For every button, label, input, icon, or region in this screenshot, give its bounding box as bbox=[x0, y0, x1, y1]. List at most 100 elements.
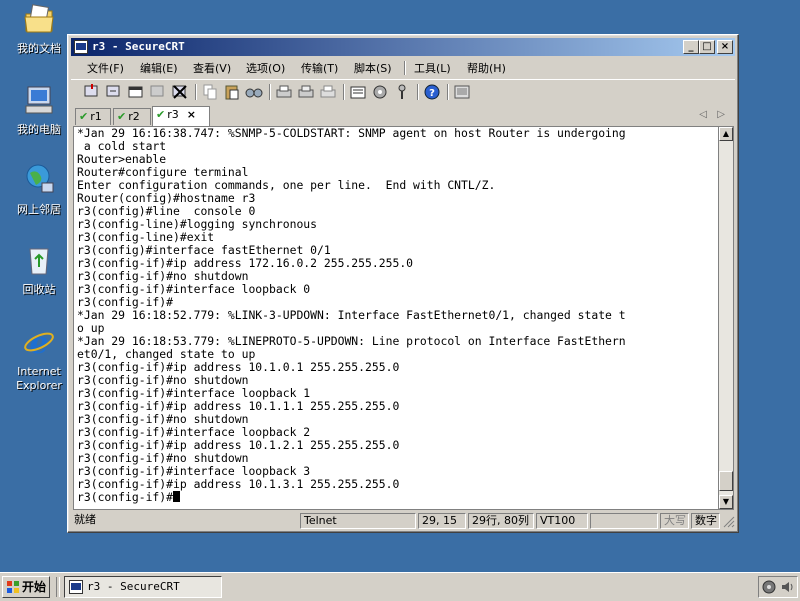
tab-label: r2 bbox=[128, 110, 140, 123]
menu-edit[interactable]: 编辑(E) bbox=[140, 60, 178, 76]
tab-r1[interactable]: ✔ r1 bbox=[75, 108, 111, 125]
status-protocol: Telnet bbox=[300, 513, 416, 529]
scroll-up-button[interactable]: ▲ bbox=[719, 127, 733, 141]
minimize-button[interactable]: _ bbox=[683, 40, 699, 54]
taskbar: 开始 r3 - SecureCRT bbox=[0, 572, 800, 601]
menu-script[interactable]: 脚本(S) bbox=[354, 60, 392, 76]
keymap-icon[interactable] bbox=[453, 83, 471, 101]
help-icon[interactable]: ? bbox=[423, 83, 441, 101]
quick-connect-icon[interactable] bbox=[105, 83, 123, 101]
terminal-cursor bbox=[173, 491, 181, 502]
paste-icon[interactable] bbox=[223, 83, 241, 101]
status-num-lock: 数字 bbox=[691, 513, 720, 529]
session-tab-bar: ✔ r1 ✔ r2 ✔ r3 × ◁ ▷ bbox=[71, 106, 735, 126]
tab-close-button[interactable]: × bbox=[187, 108, 196, 121]
volume-icon[interactable] bbox=[780, 580, 794, 594]
menu-tools[interactable]: 工具(L) bbox=[414, 60, 451, 76]
toolbar-separator bbox=[269, 84, 271, 100]
toolbar-separator bbox=[343, 84, 345, 100]
desktop-icon-label: Internet Explorer bbox=[16, 365, 62, 392]
tab-label: r1 bbox=[90, 110, 102, 123]
connect-tab-icon[interactable] bbox=[127, 83, 145, 101]
terminal-line: *Jan 29 16:18:52.779: %LINK-3-UPDOWN: In… bbox=[77, 308, 626, 322]
folder-documents-icon bbox=[24, 4, 54, 33]
terminal-prompt-line: r3(config-if)# bbox=[77, 491, 626, 504]
tab-scroll-left-button[interactable]: ◁ bbox=[699, 109, 707, 120]
status-empty bbox=[590, 513, 658, 529]
desktop-icon-recycle-bin[interactable]: 回收站 bbox=[4, 243, 74, 297]
print-setup-icon[interactable] bbox=[319, 83, 337, 101]
close-button[interactable]: × bbox=[717, 40, 733, 54]
connected-check-icon: ✔ bbox=[117, 110, 127, 123]
tab-r2[interactable]: ✔ r2 bbox=[113, 108, 151, 125]
status-cursor-position: 29, 15 bbox=[418, 513, 466, 529]
menu-separator bbox=[404, 61, 406, 75]
menu-view[interactable]: 查看(V) bbox=[193, 60, 231, 76]
desktop-icon-label: 我的文档 bbox=[17, 42, 61, 55]
taskbar-item-securecrt[interactable]: r3 - SecureCRT bbox=[64, 576, 222, 598]
toolbar-separator bbox=[447, 84, 449, 100]
toolbar: ? bbox=[71, 79, 735, 104]
tab-scroll-right-button[interactable]: ▷ bbox=[717, 109, 725, 120]
securecrt-app-icon bbox=[74, 40, 88, 54]
desktop-icon-label: 回收站 bbox=[22, 283, 56, 296]
desktop-icon-my-computer[interactable]: 我的电脑 bbox=[4, 83, 74, 137]
system-tray bbox=[758, 576, 798, 598]
vertical-scrollbar[interactable]: ▲ ▼ bbox=[718, 126, 734, 510]
global-options-icon[interactable] bbox=[371, 83, 389, 101]
status-bar: 就绪 Telnet 29, 15 29行, 80列 VT100 大写 数字 bbox=[71, 512, 735, 530]
svg-text:?: ? bbox=[429, 88, 435, 99]
tab-label: r3 bbox=[167, 108, 179, 121]
menu-bar: 文件(F) 编辑(E) 查看(V) 选项(O) 传输(T) 脚本(S) 工具(L… bbox=[71, 57, 735, 77]
svg-text:e: e bbox=[29, 326, 48, 359]
menu-help[interactable]: 帮助(H) bbox=[467, 60, 506, 76]
disconnect-icon[interactable] bbox=[171, 83, 189, 101]
menu-options[interactable]: 选项(O) bbox=[246, 60, 285, 76]
status-ready: 就绪 bbox=[74, 513, 96, 526]
terminal-view[interactable]: *Jan 29 16:16:38.747: %SNMP-5-COLDSTART:… bbox=[73, 126, 720, 510]
start-button[interactable]: 开始 bbox=[2, 576, 50, 598]
toolbar-separator bbox=[195, 84, 197, 100]
taskbar-separator bbox=[56, 577, 60, 597]
reconnect-icon[interactable] bbox=[149, 83, 167, 101]
scroll-thumb[interactable] bbox=[719, 471, 733, 491]
network-icon bbox=[26, 164, 54, 193]
menu-transfer[interactable]: 传输(T) bbox=[301, 60, 338, 76]
desktop-icon-label: 我的电脑 bbox=[17, 123, 61, 136]
desktop-icon-internet-explorer[interactable]: e Internet Explorer bbox=[4, 325, 74, 393]
status-emulation: VT100 bbox=[536, 513, 588, 529]
print-icon[interactable] bbox=[275, 83, 293, 101]
taskbar-item-label: r3 - SecureCRT bbox=[87, 580, 180, 593]
connect-icon[interactable] bbox=[83, 83, 101, 101]
print-selection-icon[interactable] bbox=[297, 83, 315, 101]
status-terminal-size: 29行, 80列 bbox=[468, 513, 534, 529]
maximize-button[interactable]: □ bbox=[699, 40, 715, 54]
scroll-down-button[interactable]: ▼ bbox=[719, 495, 733, 509]
computer-icon bbox=[25, 86, 53, 114]
connected-check-icon: ✔ bbox=[79, 110, 89, 123]
title-bar[interactable]: r3 - SecureCRT _ □ × bbox=[71, 38, 735, 56]
find-icon[interactable] bbox=[245, 83, 263, 101]
securecrt-window: r3 - SecureCRT _ □ × 文件(F) 编辑(E) 查看(V) 选… bbox=[67, 34, 739, 533]
window-title: r3 - SecureCRT bbox=[92, 40, 185, 53]
status-caps-lock: 大写 bbox=[660, 513, 689, 529]
desktop-icon-network[interactable]: 网上邻居 bbox=[4, 163, 74, 217]
tab-r3[interactable]: ✔ r3 × bbox=[152, 106, 210, 126]
connected-check-icon: ✔ bbox=[156, 108, 166, 121]
terminal-prompt: r3(config-if)# bbox=[77, 490, 174, 504]
windows-logo-icon bbox=[7, 581, 19, 593]
key-icon[interactable] bbox=[393, 83, 411, 101]
recycle-bin-icon bbox=[29, 248, 49, 275]
copy-icon[interactable] bbox=[201, 83, 219, 101]
menu-file[interactable]: 文件(F) bbox=[87, 60, 124, 76]
internet-explorer-icon: e bbox=[24, 326, 54, 361]
securecrt-app-icon bbox=[69, 580, 83, 594]
start-label: 开始 bbox=[22, 580, 47, 594]
desktop-icon-label: 网上邻居 bbox=[17, 203, 61, 216]
terminal-output: *Jan 29 16:16:38.747: %SNMP-5-COLDSTART:… bbox=[77, 127, 626, 504]
network-status-icon[interactable] bbox=[762, 580, 776, 594]
session-options-icon[interactable] bbox=[349, 83, 367, 101]
desktop-icon-my-documents[interactable]: 我的文档 bbox=[4, 2, 74, 56]
toolbar-separator bbox=[417, 84, 419, 100]
resize-grip-icon[interactable] bbox=[723, 516, 735, 528]
